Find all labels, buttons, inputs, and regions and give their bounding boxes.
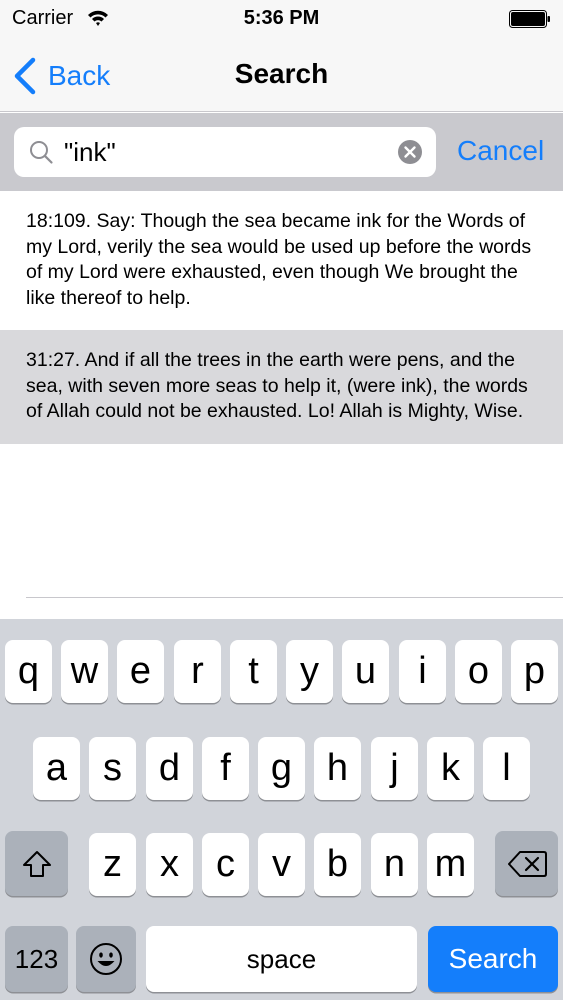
search-field[interactable]: [14, 127, 436, 177]
key-n[interactable]: n: [371, 833, 418, 896]
key-v[interactable]: v: [258, 833, 305, 896]
key-p[interactable]: p: [511, 640, 558, 703]
shift-key[interactable]: [5, 831, 68, 896]
key-s[interactable]: s: [89, 737, 136, 800]
back-chevron-icon: [14, 57, 36, 95]
key-b[interactable]: b: [314, 833, 361, 896]
delete-key[interactable]: [495, 831, 558, 896]
clear-text-icon[interactable]: [398, 140, 422, 164]
battery-icon: [509, 10, 550, 28]
emoji-icon: [90, 943, 122, 975]
emoji-key[interactable]: [76, 926, 136, 992]
navigation-bar: Back Search: [0, 40, 563, 112]
result-text: 31:27. And if all the trees in the earth…: [26, 349, 528, 422]
key-i[interactable]: i: [399, 640, 446, 703]
search-return-key[interactable]: Search: [428, 926, 558, 992]
key-e[interactable]: e: [117, 640, 164, 703]
back-label: Back: [48, 60, 111, 91]
key-w[interactable]: w: [61, 640, 108, 703]
result-item[interactable]: 31:27. And if all the trees in the earth…: [0, 330, 563, 444]
key-d[interactable]: d: [146, 737, 193, 800]
search-bar: Cancel: [0, 113, 563, 191]
search-input[interactable]: [64, 133, 384, 171]
result-text: 18:109. Say: Though the sea became ink f…: [26, 210, 532, 309]
search-results-list: 18:109. Say: Though the sea became ink f…: [0, 191, 563, 444]
numbers-key[interactable]: 123: [5, 926, 68, 992]
search-icon: [30, 141, 53, 164]
back-button[interactable]: Back: [12, 56, 110, 96]
key-g[interactable]: g: [258, 737, 305, 800]
key-l[interactable]: l: [483, 737, 530, 800]
space-key[interactable]: space: [146, 926, 417, 992]
status-time: 5:36 PM: [243, 7, 320, 29]
status-bar: Carrier 5:36 PM: [0, 0, 563, 40]
key-q[interactable]: q: [5, 640, 52, 703]
key-h[interactable]: h: [314, 737, 361, 800]
result-item[interactable]: 18:109. Say: Though the sea became ink f…: [0, 191, 563, 330]
shift-icon: [22, 850, 51, 877]
list-separator: [26, 597, 563, 598]
key-x[interactable]: x: [146, 833, 193, 896]
key-k[interactable]: k: [427, 737, 474, 800]
key-z[interactable]: z: [89, 833, 136, 896]
key-f[interactable]: f: [202, 737, 249, 800]
key-a[interactable]: a: [33, 737, 80, 800]
delete-icon: [507, 850, 547, 877]
key-t[interactable]: t: [230, 640, 277, 703]
key-o[interactable]: o: [455, 640, 502, 703]
keyboard: q w e r t y u i o p a s d f g h j k l z …: [0, 619, 563, 1000]
key-j[interactable]: j: [371, 737, 418, 800]
cancel-button[interactable]: Cancel: [457, 135, 544, 167]
key-r[interactable]: r: [174, 640, 221, 703]
key-u[interactable]: u: [342, 640, 389, 703]
key-c[interactable]: c: [202, 833, 249, 896]
key-y[interactable]: y: [286, 640, 333, 703]
key-m[interactable]: m: [427, 833, 474, 896]
